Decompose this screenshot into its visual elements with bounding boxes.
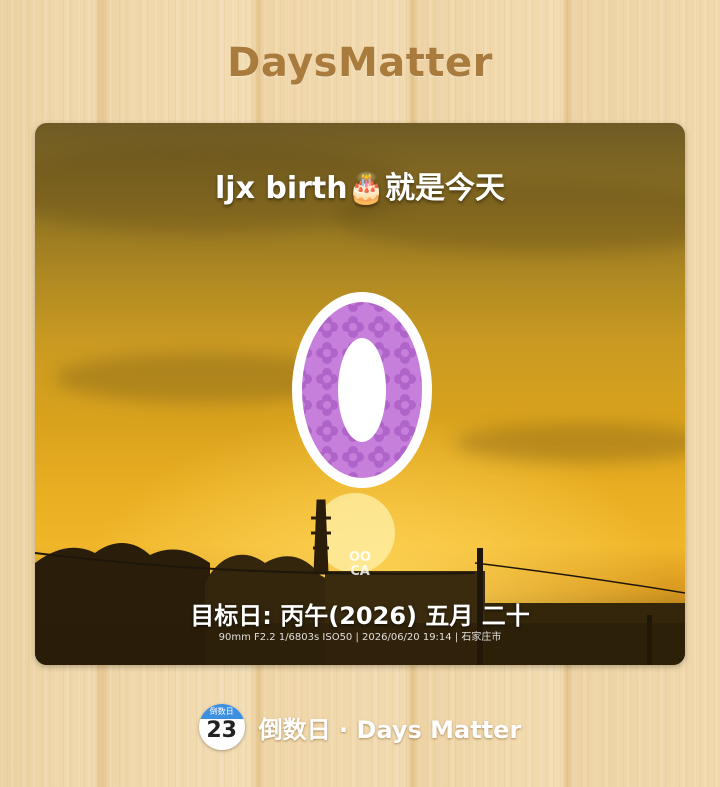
calendar-icon-label: 倒数日 bbox=[198, 704, 245, 719]
power-line bbox=[474, 562, 685, 594]
footer-text: 倒数日 · Days Matter bbox=[258, 715, 522, 744]
event-title: ljx birth🎂就是今天 bbox=[215, 171, 505, 206]
event-card[interactable]: ljx birth🎂就是今天 0 OO CA 目标日: 丙午(2026 bbox=[35, 123, 685, 665]
days-count-graphic bbox=[292, 292, 432, 488]
photo-exif-info: 90mm F2.2 1/6803s ISO50 | 2026/06/20 19:… bbox=[218, 632, 502, 643]
target-date: 目标日: 丙午(2026) 五月 二十 bbox=[190, 602, 530, 630]
footer-branding: 倒数日 23 倒数日 · Days Matter bbox=[0, 704, 720, 750]
photo-watermark-logo: OO CA bbox=[337, 551, 383, 579]
calendar-icon-day: 23 bbox=[206, 718, 237, 743]
photo-logo-text: OO CA bbox=[348, 550, 372, 579]
calendar-icon: 倒数日 23 bbox=[198, 704, 245, 750]
days-count-display: 0 bbox=[288, 288, 436, 493]
app-title: DaysMatter bbox=[227, 40, 493, 86]
